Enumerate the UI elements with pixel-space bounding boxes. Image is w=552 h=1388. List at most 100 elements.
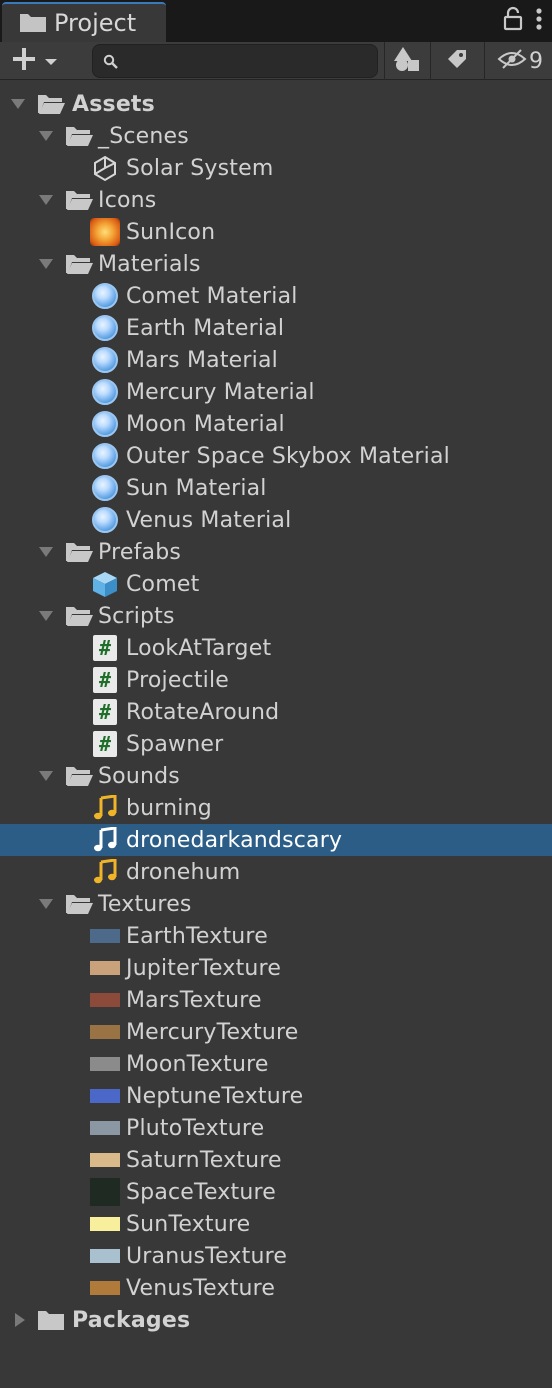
tree-item-label: SaturnTexture <box>126 1147 282 1173</box>
expand-arrow-icon[interactable] <box>38 545 54 559</box>
expand-arrow-icon[interactable] <box>10 97 26 111</box>
tree-item-label: Scripts <box>98 603 175 629</box>
csharp-script-icon: # <box>90 666 120 694</box>
tree-item-icon-asset[interactable]: SunIcon <box>0 216 552 248</box>
tree-item-material[interactable]: Comet Material <box>0 280 552 312</box>
tree-item-texture[interactable]: MoonTexture <box>0 1048 552 1080</box>
folder-open-icon <box>36 90 66 118</box>
tree-item-texture[interactable]: JupiterTexture <box>0 952 552 984</box>
tree-item-script[interactable]: # LookAtTarget <box>0 632 552 664</box>
tree-folder-textures[interactable]: Textures <box>0 888 552 920</box>
tree-item-script[interactable]: # RotateAround <box>0 696 552 728</box>
tag-icon <box>445 47 469 75</box>
toolbar-divider <box>484 42 485 80</box>
lock-icon[interactable] <box>502 6 524 36</box>
project-tree: Assets _Scenes Solar System Icons SunIcon Mat… <box>0 88 552 1336</box>
tree-item-material[interactable]: Venus Material <box>0 504 552 536</box>
csharp-script-icon: # <box>90 730 120 758</box>
material-sphere-icon <box>90 314 120 342</box>
tree-item-scene[interactable]: Solar System <box>0 152 552 184</box>
dropdown-arrow-icon <box>44 52 58 71</box>
tree-item-material[interactable]: Outer Space Skybox Material <box>0 440 552 472</box>
tree-item-texture[interactable]: MercuryTexture <box>0 1016 552 1048</box>
tree-item-label: Icons <box>98 187 157 213</box>
create-button[interactable] <box>10 46 70 76</box>
texture-thumbnail-icon <box>90 1050 120 1078</box>
tree-item-label: Moon Material <box>126 411 285 437</box>
tree-item-texture[interactable]: PlutoTexture <box>0 1112 552 1144</box>
tree-item-material[interactable]: Mars Material <box>0 344 552 376</box>
tree-item-prefab[interactable]: Comet <box>0 568 552 600</box>
tree-item-script[interactable]: # Spawner <box>0 728 552 760</box>
collapse-arrow-icon[interactable] <box>12 1313 28 1327</box>
expand-arrow-icon[interactable] <box>38 897 54 911</box>
csharp-script-icon: # <box>90 634 120 662</box>
more-options-icon[interactable] <box>534 6 544 36</box>
search-icon <box>103 54 119 74</box>
sun-thumbnail-icon <box>90 218 120 246</box>
eye-hidden-icon <box>497 48 527 74</box>
expand-arrow-icon[interactable] <box>38 193 54 207</box>
tree-item-texture[interactable]: UranusTexture <box>0 1240 552 1272</box>
tree-item-label: dronedarkandscary <box>126 827 343 853</box>
tree-item-audio[interactable]: dronedarkandscary <box>0 824 552 856</box>
tree-item-material[interactable]: Earth Material <box>0 312 552 344</box>
expand-arrow-icon[interactable] <box>38 129 54 143</box>
tree-item-audio[interactable]: burning <box>0 792 552 824</box>
tree-folder-sounds[interactable]: Sounds <box>0 760 552 792</box>
tree-folder-packages[interactable]: Packages <box>0 1304 552 1336</box>
material-sphere-icon <box>90 346 120 374</box>
search-by-type-button[interactable] <box>390 46 424 76</box>
tree-folder-prefabs[interactable]: Prefabs <box>0 536 552 568</box>
tree-folder-assets[interactable]: Assets <box>0 88 552 120</box>
tree-item-texture[interactable]: EarthTexture <box>0 920 552 952</box>
texture-thumbnail-icon <box>90 1018 120 1046</box>
tree-item-material[interactable]: Sun Material <box>0 472 552 504</box>
folder-open-icon <box>64 538 94 566</box>
tree-item-label: Solar System <box>126 155 274 181</box>
texture-thumbnail-icon <box>90 1146 120 1174</box>
expand-arrow-icon[interactable] <box>38 257 54 271</box>
material-sphere-icon <box>90 410 120 438</box>
tree-item-material[interactable]: Mercury Material <box>0 376 552 408</box>
search-field[interactable] <box>92 44 378 78</box>
tree-item-label: UranusTexture <box>126 1243 288 1269</box>
expand-arrow-icon[interactable] <box>38 769 54 783</box>
tree-item-label: Prefabs <box>98 539 182 565</box>
folder-icon <box>18 12 48 34</box>
tree-item-label: MoonTexture <box>126 1051 269 1077</box>
tree-item-audio[interactable]: dronehum <box>0 856 552 888</box>
texture-thumbnail-icon <box>90 1274 120 1302</box>
hidden-packages-button[interactable]: 9 <box>492 46 548 76</box>
tree-item-label: VenusTexture <box>126 1275 276 1301</box>
tree-folder-scenes[interactable]: _Scenes <box>0 120 552 152</box>
tree-item-texture[interactable]: SpaceTexture <box>0 1176 552 1208</box>
toolbar-divider <box>384 42 385 80</box>
tree-item-label: Textures <box>98 891 192 917</box>
project-tab[interactable]: Project <box>2 2 166 42</box>
tree-item-texture[interactable]: SaturnTexture <box>0 1144 552 1176</box>
plus-icon <box>10 45 38 77</box>
tree-item-texture[interactable]: VenusTexture <box>0 1272 552 1304</box>
tree-item-material[interactable]: Moon Material <box>0 408 552 440</box>
tree-item-label: LookAtTarget <box>126 635 272 661</box>
expand-arrow-icon[interactable] <box>38 609 54 623</box>
tree-item-texture[interactable]: SunTexture <box>0 1208 552 1240</box>
tree-item-label: Earth Material <box>126 315 285 341</box>
tree-item-label: Packages <box>72 1307 191 1333</box>
tree-item-label: Mars Material <box>126 347 278 373</box>
folder-open-icon <box>64 122 94 150</box>
tree-item-label: SunIcon <box>126 219 216 245</box>
folder-open-icon <box>64 762 94 790</box>
search-by-label-button[interactable] <box>440 46 474 76</box>
tree-folder-materials[interactable]: Materials <box>0 248 552 280</box>
search-input[interactable] <box>123 49 369 73</box>
tree-item-texture[interactable]: NeptuneTexture <box>0 1080 552 1112</box>
tree-folder-scripts[interactable]: Scripts <box>0 600 552 632</box>
tree-item-texture[interactable]: MarsTexture <box>0 984 552 1016</box>
folder-open-icon <box>64 250 94 278</box>
tree-item-script[interactable]: # Projectile <box>0 664 552 696</box>
tree-folder-icons[interactable]: Icons <box>0 184 552 216</box>
shapes-icon <box>393 46 421 76</box>
tree-item-label: JupiterTexture <box>126 955 282 981</box>
